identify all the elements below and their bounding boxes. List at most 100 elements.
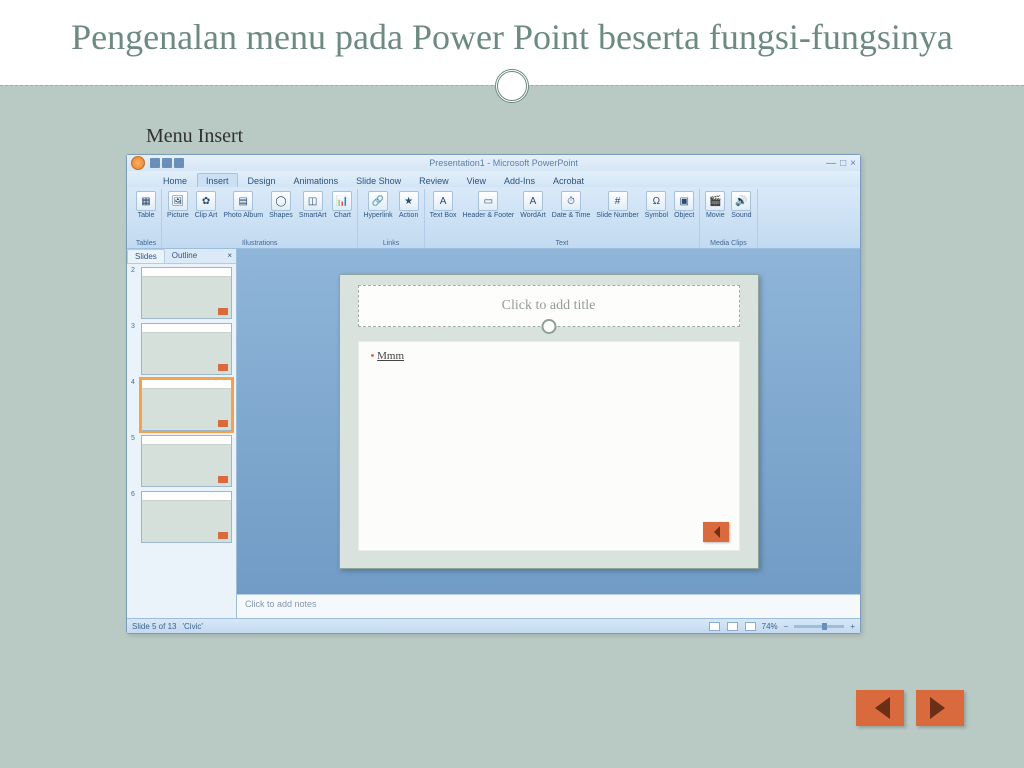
table-icon: ▦	[136, 191, 156, 211]
slide-thumbnail[interactable]: 4	[131, 379, 232, 431]
slide-thumbnail[interactable]: 3	[131, 323, 232, 375]
ribbon-item-label: Action	[399, 212, 418, 219]
ribbon-movie-button[interactable]: 🎬Movie	[702, 189, 728, 221]
slide-panel: Slides Outline × 23456	[127, 249, 237, 618]
ribbon-item-label: Date & Time	[552, 212, 591, 219]
slide-thumbnail[interactable]: 2	[131, 267, 232, 319]
ribbon-hyperlink-button[interactable]: 🔗Hyperlink	[360, 189, 395, 221]
ribbon-symbol-button[interactable]: ΩSymbol	[642, 189, 671, 221]
qat-undo-icon[interactable]	[162, 158, 172, 168]
ribbon-item-label: Slide Number	[596, 212, 638, 219]
office-button[interactable]	[131, 156, 145, 170]
tab-acrobat[interactable]: Acrobat	[545, 174, 592, 187]
ribbon: ▦TableTables🖼Picture✿Clip Art▤Photo Albu…	[127, 187, 860, 249]
thumb-preview	[141, 435, 232, 487]
view-normal-button[interactable]	[709, 622, 720, 631]
slide-thumbnail[interactable]: 6	[131, 491, 232, 543]
ribbon-object-button[interactable]: ▣Object	[671, 189, 697, 221]
zoom-slider[interactable]	[794, 625, 844, 628]
text-box-icon: A	[433, 191, 453, 211]
presentation-next-button[interactable]	[916, 690, 964, 726]
zoom-out-button[interactable]: −	[784, 622, 789, 631]
ribbon-item-label: Picture	[167, 212, 189, 219]
ribbon-action-button[interactable]: ★Action	[396, 189, 422, 221]
maximize-button[interactable]: □	[840, 158, 846, 169]
ribbon-sound-button[interactable]: 🔊Sound	[728, 189, 754, 221]
ribbon-group-label: Media Clips	[710, 240, 747, 248]
status-slide-number: Slide 5 of 13	[132, 622, 176, 631]
panel-tab-outline[interactable]: Outline	[165, 249, 204, 263]
smartart-icon: ◫	[303, 191, 323, 211]
ribbon-smartart-button[interactable]: ◫SmartArt	[296, 189, 330, 221]
chart-icon: 📊	[332, 191, 352, 211]
ribbon-text-box-button[interactable]: AText Box	[427, 189, 460, 221]
ribbon-group-label: Links	[383, 240, 399, 248]
hyperlink-icon: 🔗	[368, 191, 388, 211]
ribbon-group-label: Illustrations	[242, 240, 277, 248]
slide-action-prev-button[interactable]	[703, 522, 729, 542]
ribbon-item-label: Hyperlink	[363, 212, 392, 219]
ribbon-item-label: Header & Footer	[462, 212, 514, 219]
tab-review[interactable]: Review	[411, 174, 457, 187]
qat-save-icon[interactable]	[150, 158, 160, 168]
zoom-in-button[interactable]: +	[850, 622, 855, 631]
header-footer-icon: ▭	[478, 191, 498, 211]
section-label: Menu Insert	[146, 125, 1024, 148]
ribbon-date-time-button[interactable]: ⏱Date & Time	[549, 189, 594, 221]
panel-close-icon[interactable]: ×	[223, 249, 236, 263]
ribbon-chart-button[interactable]: 📊Chart	[329, 189, 355, 221]
view-sorter-button[interactable]	[727, 622, 738, 631]
thumb-preview	[141, 267, 232, 319]
title-placeholder[interactable]: Click to add title	[358, 285, 740, 327]
qat-redo-icon[interactable]	[174, 158, 184, 168]
ribbon-item-label: Movie	[706, 212, 725, 219]
ribbon-item-label: Photo Album	[223, 212, 263, 219]
thumb-number: 5	[131, 435, 139, 487]
ribbon-group-illustrations: 🖼Picture✿Clip Art▤Photo Album◯Shapes◫Sma…	[162, 189, 358, 248]
ribbon-item-label: Table	[138, 212, 155, 219]
panel-tab-slides[interactable]: Slides	[127, 249, 165, 263]
content-placeholder[interactable]: • Mmm	[358, 341, 740, 551]
window-title: Presentation1 - Microsoft PowerPoint	[185, 158, 822, 168]
tab-slideshow[interactable]: Slide Show	[348, 174, 409, 187]
symbol-icon: Ω	[646, 191, 666, 211]
slide-thumbnail[interactable]: 5	[131, 435, 232, 487]
clip-art-icon: ✿	[196, 191, 216, 211]
photo-album-icon: ▤	[233, 191, 253, 211]
tab-addins[interactable]: Add-Ins	[496, 174, 543, 187]
ribbon-photo-album-button[interactable]: ▤Photo Album	[220, 189, 266, 221]
ribbon-item-label: Sound	[731, 212, 751, 219]
ribbon-table-button[interactable]: ▦Table	[133, 189, 159, 221]
ribbon-group-media-clips: 🎬Movie🔊SoundMedia Clips	[700, 189, 757, 248]
presentation-title: Pengenalan menu pada Power Point beserta…	[40, 15, 984, 60]
close-button[interactable]: ×	[850, 158, 856, 169]
sound-icon: 🔊	[731, 191, 751, 211]
tab-insert[interactable]: Insert	[197, 173, 238, 187]
notes-pane[interactable]: Click to add notes	[237, 594, 860, 618]
ribbon-shapes-button[interactable]: ◯Shapes	[266, 189, 296, 221]
minimize-button[interactable]: —	[826, 158, 836, 169]
picture-icon: 🖼	[168, 191, 188, 211]
ribbon-picture-button[interactable]: 🖼Picture	[164, 189, 192, 221]
ribbon-clip-art-button[interactable]: ✿Clip Art	[192, 189, 221, 221]
zoom-percent: 74%	[762, 622, 778, 631]
tab-home[interactable]: Home	[155, 174, 195, 187]
canvas-ornament-circle	[541, 319, 556, 334]
ribbon-group-tables: ▦TableTables	[131, 189, 162, 248]
movie-icon: 🎬	[705, 191, 725, 211]
thumb-preview	[141, 379, 232, 431]
ribbon-tabs: Home Insert Design Animations Slide Show…	[127, 171, 860, 187]
ribbon-slide-number-button[interactable]: #Slide Number	[593, 189, 641, 221]
tab-view[interactable]: View	[459, 174, 494, 187]
bullet-icon: •	[371, 350, 375, 362]
thumbnails-list: 23456	[127, 264, 236, 618]
ribbon-group-links: 🔗Hyperlink★ActionLinks	[358, 189, 424, 248]
ribbon-header-footer-button[interactable]: ▭Header & Footer	[459, 189, 517, 221]
ribbon-item-label: Symbol	[645, 212, 668, 219]
slide-canvas[interactable]: Click to add title • Mmm	[339, 274, 759, 569]
tab-animations[interactable]: Animations	[286, 174, 347, 187]
ribbon-wordart-button[interactable]: AWordArt	[517, 189, 549, 221]
presentation-prev-button[interactable]	[856, 690, 904, 726]
tab-design[interactable]: Design	[240, 174, 284, 187]
view-slideshow-button[interactable]	[745, 622, 756, 631]
